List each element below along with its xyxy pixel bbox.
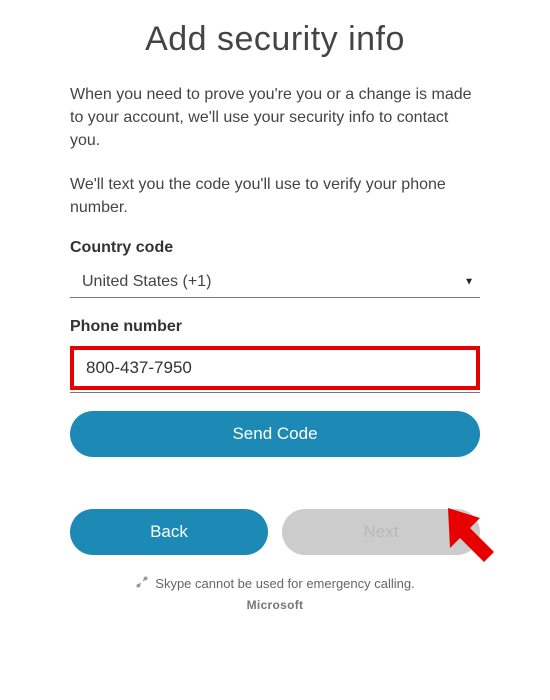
country-code-select[interactable]: United States (+1) ▼ <box>70 267 480 298</box>
tools-icon <box>135 575 149 592</box>
description-secondary: We'll text you the code you'll use to ve… <box>70 173 480 219</box>
phone-underline <box>70 392 480 393</box>
phone-highlight-box <box>70 346 480 390</box>
phone-number-input[interactable] <box>78 354 472 382</box>
back-button[interactable]: Back <box>70 509 268 555</box>
phone-number-label: Phone number <box>70 318 480 336</box>
brand-label: Microsoft <box>70 598 480 612</box>
nav-buttons-row: Back Next <box>70 509 480 555</box>
send-code-button[interactable]: Send Code <box>70 411 480 457</box>
description-primary: When you need to prove you're you or a c… <box>70 83 480 153</box>
next-button: Next <box>282 509 480 555</box>
country-code-value[interactable]: United States (+1) <box>70 267 480 298</box>
country-code-label: Country code <box>70 239 480 257</box>
emergency-text: Skype cannot be used for emergency calli… <box>155 576 414 591</box>
footer: Skype cannot be used for emergency calli… <box>70 575 480 612</box>
page-title: Add security info <box>70 20 480 59</box>
emergency-notice: Skype cannot be used for emergency calli… <box>135 575 414 592</box>
